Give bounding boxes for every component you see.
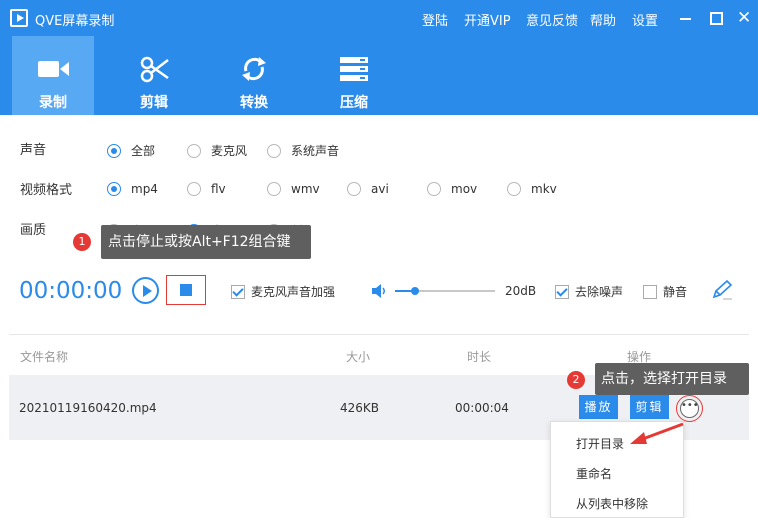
menu-item-open-folder[interactable]: 打开目录 xyxy=(576,435,624,452)
format-option-avi[interactable]: avi xyxy=(347,182,389,196)
minimize-icon[interactable] xyxy=(678,10,694,26)
video-camera-icon xyxy=(38,61,69,77)
sound-option-all[interactable]: 全部 xyxy=(107,142,155,159)
checkbox-label: 去除噪声 xyxy=(575,285,624,299)
section-divider xyxy=(9,334,749,335)
tooltip-open-folder-hint: 点击，选择打开目录 xyxy=(595,363,749,395)
tab-label: 剪辑 xyxy=(140,95,168,111)
app-header: QVE屏幕录制 登陆 开通VIP 意见反馈 帮助 设置 ✕ 录制 剪辑 转换 压… xyxy=(0,0,758,115)
help-link[interactable]: 帮助 xyxy=(590,10,616,29)
format-option-mov[interactable]: mov xyxy=(427,182,477,196)
format-option-mkv[interactable]: mkv xyxy=(507,182,557,196)
feedback-link[interactable]: 意见反馈 xyxy=(526,10,578,29)
option-label: wmv xyxy=(291,182,320,196)
step-badge: 2 xyxy=(567,371,585,389)
radio xyxy=(267,143,281,158)
checkbox-checked xyxy=(555,284,569,299)
sound-option-mic[interactable]: 麦克风 xyxy=(187,142,247,159)
app-logo-icon xyxy=(10,9,28,27)
column-header-name: 文件名称 xyxy=(20,350,69,364)
tab-convert[interactable]: 转换 xyxy=(213,36,295,115)
checkbox-label: 静音 xyxy=(663,285,688,299)
radio xyxy=(187,182,201,196)
radio xyxy=(427,182,441,196)
radio xyxy=(507,182,521,196)
sound-option-system[interactable]: 系统声音 xyxy=(267,142,339,159)
pointer-arrow-icon xyxy=(630,422,684,444)
volume-slider[interactable] xyxy=(395,287,495,295)
radio-selected xyxy=(107,182,121,196)
format-option-wmv[interactable]: wmv xyxy=(267,182,320,196)
stop-button[interactable] xyxy=(166,275,206,305)
volume-icon[interactable] xyxy=(370,282,388,300)
column-header-size: 大小 xyxy=(346,350,371,364)
recording-timer: 00:00:00 xyxy=(19,278,123,304)
menu-item-remove[interactable]: 从列表中移除 xyxy=(576,495,648,512)
volume-slider-knob[interactable] xyxy=(411,287,419,295)
app-title: QVE屏幕录制 xyxy=(35,14,115,29)
file-duration: 00:00:04 xyxy=(455,401,509,415)
sound-label: 声音 xyxy=(20,143,47,158)
option-label: flv xyxy=(211,182,226,196)
menu-item-rename[interactable]: 重命名 xyxy=(576,465,612,482)
settings-link[interactable]: 设置 xyxy=(632,10,658,29)
compress-icon xyxy=(340,57,368,81)
radio-selected xyxy=(107,143,121,158)
tooltip-stop-hint: 点击停止或按Alt+F12组合键 xyxy=(101,225,311,259)
title-bar: QVE屏幕录制 登陆 开通VIP 意见反馈 帮助 设置 ✕ xyxy=(0,0,758,36)
checkbox xyxy=(643,284,657,299)
format-option-mp4[interactable]: mp4 xyxy=(107,182,158,196)
tab-compress[interactable]: 压缩 xyxy=(313,36,395,115)
format-option-flv[interactable]: flv xyxy=(187,182,226,196)
option-label: avi xyxy=(371,182,389,196)
vip-link[interactable]: 开通VIP xyxy=(464,10,511,29)
login-link[interactable]: 登陆 xyxy=(422,10,448,29)
close-icon[interactable]: ✕ xyxy=(737,10,753,27)
volume-db-value: 20dB xyxy=(505,284,537,298)
tab-label: 压缩 xyxy=(340,95,368,111)
option-label: mp4 xyxy=(131,182,158,196)
mic-boost-checkbox[interactable]: 麦克风声音加强 xyxy=(231,283,335,300)
file-name: 20210119160420.mp4 xyxy=(19,401,157,415)
checkbox-checked xyxy=(231,284,245,299)
radio xyxy=(267,182,281,196)
option-label: 麦克风 xyxy=(211,144,248,158)
play-button[interactable]: 播放 xyxy=(579,395,618,419)
format-label: 视频格式 xyxy=(20,183,73,198)
step-badge: 1 xyxy=(73,233,91,251)
play-icon[interactable] xyxy=(132,277,159,304)
mute-checkbox[interactable]: 静音 xyxy=(643,283,687,300)
radio xyxy=(187,143,201,158)
more-options-icon[interactable]: ••• xyxy=(680,399,699,418)
tab-record[interactable]: 录制 xyxy=(12,36,94,115)
option-label: mkv xyxy=(531,182,557,196)
option-label: mov xyxy=(451,182,478,196)
convert-icon xyxy=(242,57,266,81)
option-label: 全部 xyxy=(131,144,156,158)
tab-label: 转换 xyxy=(240,95,268,111)
maximize-icon[interactable] xyxy=(708,10,724,26)
radio xyxy=(347,182,361,196)
tab-edit[interactable]: 剪辑 xyxy=(113,36,195,115)
file-size: 426KB xyxy=(340,401,380,415)
column-header-duration: 时长 xyxy=(467,350,492,364)
scissors-icon xyxy=(140,56,169,83)
denoise-checkbox[interactable]: 去除噪声 xyxy=(555,283,623,300)
tab-label: 录制 xyxy=(39,95,67,111)
option-label: 系统声音 xyxy=(291,144,340,158)
checkbox-label: 麦克风声音加强 xyxy=(251,285,336,299)
edit-button[interactable]: 剪辑 xyxy=(630,395,669,419)
quality-label: 画质 xyxy=(20,223,47,238)
pen-icon[interactable] xyxy=(710,279,734,301)
